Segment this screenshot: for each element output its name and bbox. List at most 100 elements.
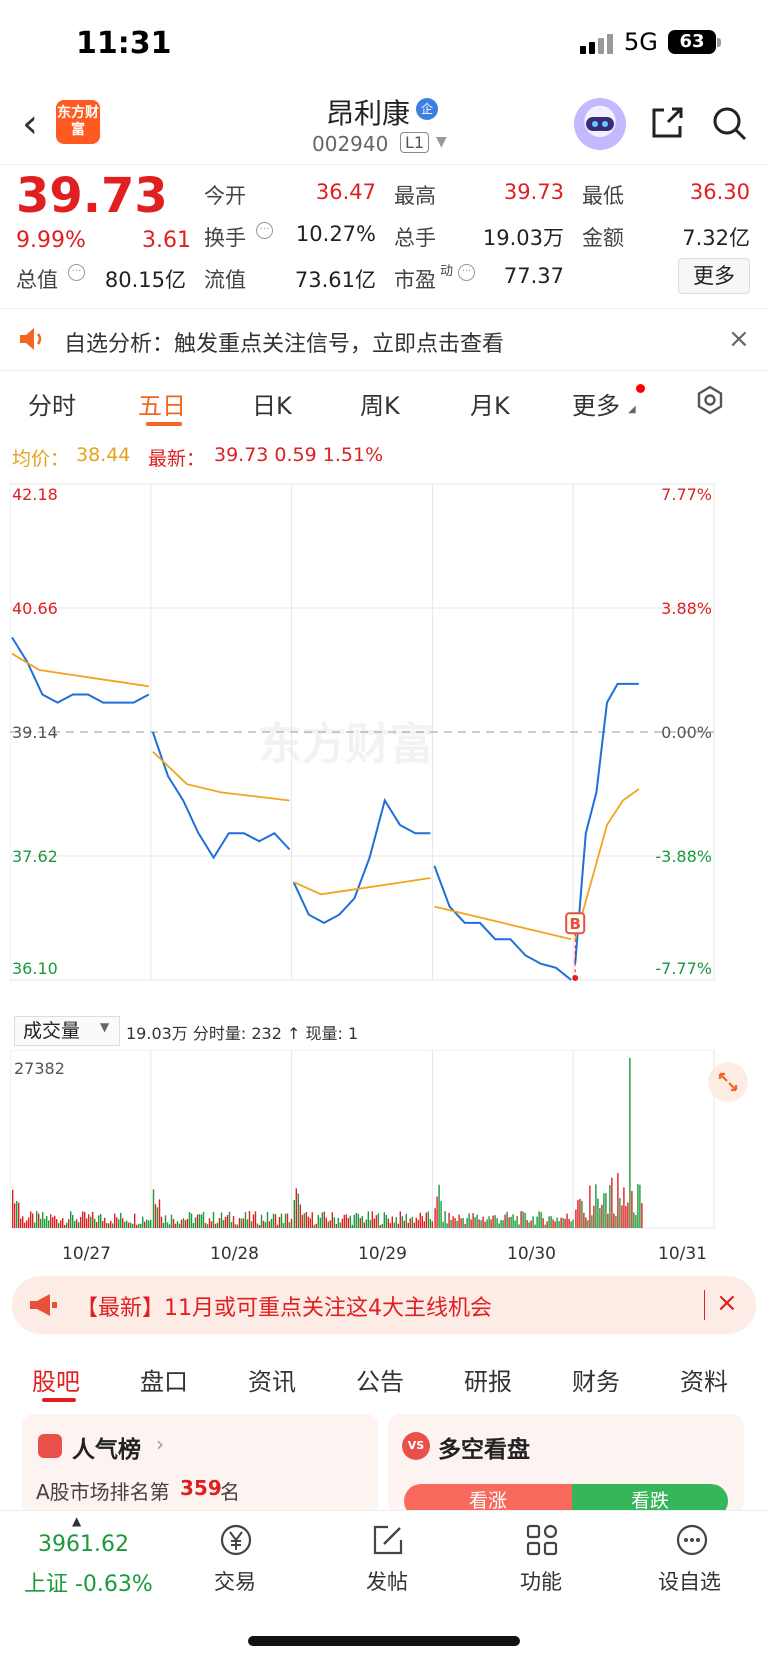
market-level-tag[interactable]: L1 bbox=[400, 132, 430, 153]
date-label: 10/28 bbox=[210, 1244, 259, 1264]
tab-weekly-k[interactable]: 周K bbox=[360, 386, 400, 421]
volume-bar bbox=[246, 1219, 249, 1228]
volume-bar bbox=[315, 1223, 317, 1228]
volume-bar bbox=[264, 1222, 267, 1228]
volume-bar bbox=[224, 1216, 227, 1228]
volume-bar bbox=[599, 1208, 601, 1228]
volume-bar bbox=[140, 1223, 142, 1228]
more-button[interactable]: 更多 bbox=[678, 258, 750, 294]
volume-bar bbox=[154, 1204, 157, 1228]
ai-assistant-icon[interactable] bbox=[574, 98, 626, 150]
volume-bar bbox=[381, 1223, 383, 1228]
compose-icon[interactable] bbox=[370, 1522, 406, 1558]
volume-bar bbox=[70, 1211, 72, 1228]
quote-label-pe: 市盈 bbox=[394, 268, 436, 292]
info-icon[interactable]: ··· bbox=[256, 222, 273, 239]
volume-bar bbox=[208, 1218, 211, 1228]
volume-bar bbox=[556, 1217, 558, 1228]
yen-coin-icon[interactable] bbox=[218, 1522, 254, 1558]
tab-forum[interactable]: 股吧 bbox=[32, 1362, 80, 1397]
volume-bar bbox=[403, 1220, 405, 1228]
nav-trade-label[interactable]: 交易 bbox=[214, 1566, 256, 1596]
quote-value-amount: 7.32亿 bbox=[682, 226, 750, 250]
volume-bar bbox=[615, 1215, 617, 1228]
stock-code[interactable]: 002940 bbox=[312, 132, 388, 156]
volume-bar bbox=[220, 1212, 223, 1228]
y-tick-label: 40.66 bbox=[12, 599, 58, 618]
volume-bar bbox=[258, 1224, 261, 1228]
tab-more[interactable]: 更多 bbox=[572, 386, 620, 421]
dots-bubble-icon[interactable] bbox=[674, 1522, 710, 1558]
tab-intraday[interactable]: 分时 bbox=[28, 386, 76, 421]
quote-label-open: 今开 bbox=[204, 184, 246, 208]
tab-financials[interactable]: 财务 bbox=[572, 1362, 620, 1397]
volume-info: 19.03万 分时量: 232 ↑ 现量: 1 bbox=[126, 1024, 359, 1043]
volume-bar bbox=[64, 1224, 66, 1228]
volume-bar bbox=[276, 1224, 279, 1228]
volume-bar bbox=[252, 1214, 255, 1228]
volume-bar bbox=[240, 1218, 243, 1228]
news-text[interactable]: 【最新】11月或可重点关注这4大主线机会 bbox=[76, 1290, 492, 1322]
volume-bar bbox=[482, 1216, 484, 1228]
volume-bar bbox=[548, 1216, 550, 1228]
volume-bar bbox=[190, 1213, 193, 1228]
chevron-down-icon[interactable]: ▼ bbox=[100, 1020, 109, 1034]
volume-bar bbox=[575, 1209, 577, 1228]
tab-monthly-k[interactable]: 月K bbox=[470, 386, 510, 421]
volume-bar bbox=[305, 1211, 307, 1228]
volume-bar bbox=[450, 1219, 452, 1228]
quote-value-turnover: 10.27% bbox=[295, 222, 376, 246]
close-icon[interactable]: × bbox=[728, 324, 750, 354]
volume-bar bbox=[52, 1217, 54, 1228]
volume-bar bbox=[365, 1219, 367, 1228]
tab-profile[interactable]: 资料 bbox=[680, 1362, 728, 1397]
search-icon[interactable] bbox=[710, 104, 748, 142]
volume-bar bbox=[558, 1221, 560, 1228]
volume-bar bbox=[605, 1193, 607, 1228]
nav-features-label[interactable]: 功能 bbox=[520, 1566, 562, 1596]
volume-bar bbox=[142, 1216, 144, 1228]
info-icon[interactable]: ··· bbox=[68, 264, 85, 281]
settings-icon[interactable] bbox=[694, 384, 726, 416]
tab-announcements[interactable]: 公告 bbox=[356, 1362, 404, 1397]
volume-bar bbox=[307, 1216, 309, 1228]
tab-five-day[interactable]: 五日 bbox=[138, 386, 186, 421]
volume-bar bbox=[178, 1223, 181, 1228]
volume-bar bbox=[434, 1208, 436, 1228]
volume-bar bbox=[516, 1215, 518, 1228]
tab-daily-k[interactable]: 日K bbox=[252, 386, 292, 421]
volume-bar bbox=[585, 1217, 587, 1228]
volume-bar bbox=[182, 1218, 185, 1228]
volume-bar bbox=[397, 1223, 399, 1228]
megaphone-icon bbox=[30, 1294, 57, 1316]
back-icon[interactable]: ‹ bbox=[22, 104, 38, 144]
volume-bar bbox=[60, 1220, 62, 1228]
volume-bar bbox=[510, 1216, 512, 1228]
chevron-down-icon[interactable]: ▼ bbox=[436, 134, 447, 150]
grid-icon[interactable] bbox=[524, 1522, 560, 1558]
tab-order-book[interactable]: 盘口 bbox=[140, 1362, 188, 1397]
volume-bar bbox=[80, 1216, 82, 1228]
tab-news[interactable]: 资讯 bbox=[248, 1362, 296, 1397]
volume-chart[interactable]: 27382 bbox=[10, 1050, 756, 1240]
chevron-up-icon[interactable]: ▲ bbox=[72, 1514, 81, 1528]
volume-bar bbox=[508, 1217, 510, 1228]
expand-icon[interactable] bbox=[708, 1062, 748, 1102]
volume-bar bbox=[236, 1224, 239, 1228]
price-chart[interactable]: B 42.18 40.66 39.14 37.62 36.10 7.77% 3.88% 0.0… bbox=[10, 478, 756, 1014]
nav-post-label[interactable]: 发帖 bbox=[366, 1566, 408, 1596]
alert-text[interactable]: 自选分析：触发重点关注信号，立即点击查看 bbox=[64, 326, 504, 358]
y-tick-pct-label: -7.77% bbox=[655, 959, 712, 978]
index-label[interactable]: 上证 -0.63% bbox=[24, 1566, 153, 1598]
quote-value-float-cap: 73.61亿 bbox=[294, 268, 376, 292]
volume-bar bbox=[518, 1224, 520, 1228]
index-value[interactable]: 3961.62 bbox=[38, 1532, 129, 1557]
info-icon[interactable]: ··· bbox=[458, 264, 475, 281]
popularity-subtitle: A股市场排名第 bbox=[36, 1480, 170, 1504]
volume-bar bbox=[460, 1218, 462, 1228]
close-icon[interactable]: × bbox=[716, 1288, 738, 1318]
nav-add-watchlist-label[interactable]: 设自选 bbox=[658, 1566, 721, 1596]
volume-bar bbox=[413, 1222, 415, 1228]
tab-research[interactable]: 研报 bbox=[464, 1362, 512, 1397]
share-icon[interactable] bbox=[648, 104, 686, 142]
